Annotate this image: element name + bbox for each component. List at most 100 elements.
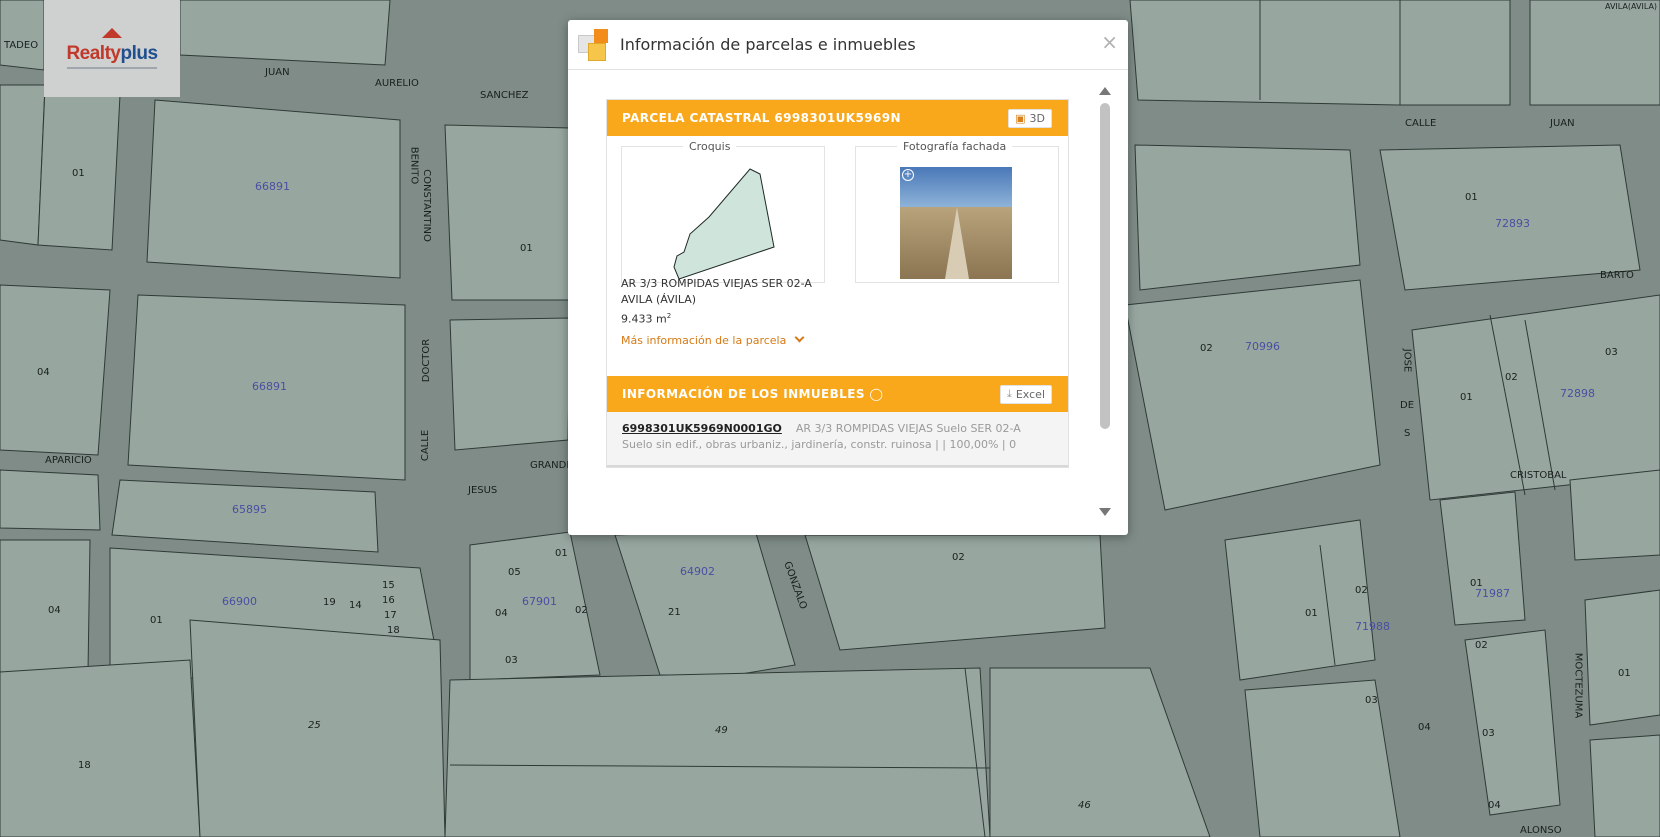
plot-number: 02 — [575, 605, 588, 616]
street-label: JUAN — [265, 67, 290, 78]
plot-number: 03 — [1605, 347, 1618, 358]
plot-number: 01 — [520, 243, 533, 254]
parcel-ref-label: 72893 — [1495, 217, 1530, 230]
inmuebles-title-text: INFORMACIÓN DE LOS INMUEBLES — [622, 387, 865, 401]
plot-number: 04 — [1418, 722, 1431, 733]
street-label: JOSE — [1401, 348, 1413, 373]
parcel-ref-label: 71988 — [1355, 620, 1390, 633]
plot-number: 01 — [1305, 608, 1318, 619]
croquis-sketch — [673, 168, 775, 280]
plot-number: 03 — [1482, 728, 1495, 739]
plot-number: 02 — [1200, 343, 1213, 354]
inmueble-row-line-1: 6998301UK5969N0001GO AR 3/3 ROMPIDAS VIEJ… — [622, 422, 1053, 435]
plot-number: 14 — [349, 600, 362, 611]
scroll-up-arrow-icon[interactable] — [1099, 87, 1111, 95]
export-excel-button[interactable]: ⤓ Excel — [999, 384, 1052, 404]
plot-number: 02 — [1355, 585, 1368, 596]
parcel-panel-body: Croquis + Fotografía fachada AR 3/3 ROMP… — [607, 136, 1068, 376]
street-label: JUAN — [1550, 118, 1575, 129]
parcel-area: 9.433 m2 — [621, 308, 812, 328]
street-label: BARTO — [1600, 270, 1634, 281]
inmueble-row[interactable]: 6998301UK5969N0001GO AR 3/3 ROMPIDAS VIEJ… — [607, 412, 1068, 467]
plot-number: 01 — [72, 168, 85, 179]
parcel-panel: PARCELA CATASTRAL 6998301UK5969N ▣ 3D Cr… — [606, 99, 1069, 468]
parcel-ref-label: 67901 — [522, 595, 557, 608]
plot-number: 25 — [308, 720, 321, 731]
logo-tagline-bar — [67, 67, 157, 69]
inmuebles-panel-title: INFORMACIÓN DE LOS INMUEBLES ◯ — [622, 387, 883, 401]
plot-number: 04 — [495, 608, 508, 619]
plot-number: 01 — [1460, 392, 1473, 403]
logo-text: Realtyplus — [66, 43, 158, 65]
plot-number: 15 — [382, 580, 395, 591]
logo-text-part1: Realty — [66, 43, 121, 64]
download-icon: ⤓ — [1006, 387, 1012, 400]
dialog-title: Información de parcelas e inmuebles — [620, 35, 916, 54]
3d-view-button[interactable]: ▣ 3D — [1008, 108, 1052, 128]
zoom-in-icon[interactable]: + — [902, 169, 914, 181]
export-excel-button-label: Excel — [1015, 387, 1045, 401]
inmuebles-panel-header: INFORMACIÓN DE LOS INMUEBLES ◯ ⤓ Excel — [607, 376, 1068, 412]
street-label: AVILA(AVILA) — [1605, 2, 1658, 11]
parcel-address: AR 3/3 ROMPIDAS VIEJAS SER 02-A AVILA (Á… — [621, 276, 812, 328]
street-label: ALONSO — [1520, 825, 1562, 836]
plot-number: 02 — [1505, 372, 1518, 383]
plot-number: 05 — [508, 567, 521, 578]
close-icon[interactable]: × — [1101, 32, 1118, 52]
chevron-down-icon — [794, 332, 805, 343]
plot-number: 04 — [1488, 800, 1501, 811]
scroll-down-arrow-icon[interactable] — [1099, 508, 1111, 516]
parcel-panel-header: PARCELA CATASTRAL 6998301UK5969N ▣ 3D — [607, 100, 1068, 136]
street-label: CALLE — [420, 429, 432, 462]
more-parcel-info-label: Más información de la parcela — [621, 334, 787, 347]
dialog-content: PARCELA CATASTRAL 6998301UK5969N ▣ 3D Cr… — [606, 99, 1069, 468]
facade-photo[interactable]: + — [900, 167, 1012, 279]
plot-number: 01 — [1470, 578, 1483, 589]
croquis-label: Croquis — [683, 140, 737, 153]
plot-number: 01 — [150, 615, 163, 626]
facade-photo-label: Fotografía fachada — [897, 140, 1013, 153]
dialog-scroll-area[interactable]: PARCELA CATASTRAL 6998301UK5969N ▣ 3D Cr… — [568, 71, 1128, 535]
parcel-ref-label: 64902 — [680, 565, 715, 578]
3d-view-button-label: 3D — [1029, 111, 1045, 125]
plot-number: 01 — [1618, 668, 1631, 679]
street-label: DE — [1400, 400, 1415, 411]
street-label: GRANDE — [530, 460, 573, 471]
parcel-panel-title: PARCELA CATASTRAL 6998301UK5969N — [622, 111, 901, 125]
inmueble-detail: Suelo sin edif., obras urbaniz., jardine… — [622, 438, 1017, 451]
street-label: SANCHEZ — [480, 90, 529, 101]
facade-photo-box[interactable]: + — [855, 146, 1059, 283]
plot-number: 01 — [1465, 192, 1478, 203]
street-label: AURELIO — [375, 78, 419, 89]
plot-number: 16 — [382, 595, 395, 606]
plot-number: 02 — [1475, 640, 1488, 651]
parcel-area-value: 9.433 m — [621, 312, 667, 326]
realtyplus-logo[interactable]: Realtyplus — [44, 0, 180, 97]
plot-number: 18 — [387, 625, 400, 636]
plot-number: 01 — [555, 548, 568, 559]
plot-number: 18 — [78, 760, 91, 771]
address-line-1: AR 3/3 ROMPIDAS VIEJAS SER 02-A — [621, 277, 812, 290]
street-label: CRISTOBAL — [1510, 470, 1567, 481]
plot-number: 02 — [952, 552, 965, 563]
parcel-info-dialog: Información de parcelas e inmuebles × PA… — [568, 20, 1128, 535]
more-parcel-info-link[interactable]: Más información de la parcela — [621, 332, 805, 347]
street-label: APARICIO — [45, 455, 92, 466]
street-label: JESUS — [468, 485, 498, 496]
street-label: MOCTEZUMA — [1572, 652, 1584, 719]
croquis-box[interactable] — [621, 146, 825, 283]
parcel-ref-label: 66891 — [252, 380, 287, 393]
cube-icon: ▣ — [1015, 111, 1026, 125]
parcel-ref-label: 66900 — [222, 595, 257, 608]
parcel-app-icon — [578, 28, 610, 61]
inmueble-ref-link[interactable]: 6998301UK5969N0001GO — [622, 422, 782, 435]
street-label: BENITO — [408, 146, 420, 185]
parcel-area-unit: 2 — [666, 312, 672, 320]
parcel-ref-label: 66891 — [255, 180, 290, 193]
scrollbar-thumb[interactable] — [1100, 103, 1110, 429]
plot-number: 03 — [1365, 695, 1378, 706]
comment-icon: ◯ — [869, 387, 884, 401]
plot-number: 17 — [384, 610, 397, 621]
plot-number: 21 — [668, 607, 681, 618]
parcel-ref-label: 70996 — [1245, 340, 1280, 353]
